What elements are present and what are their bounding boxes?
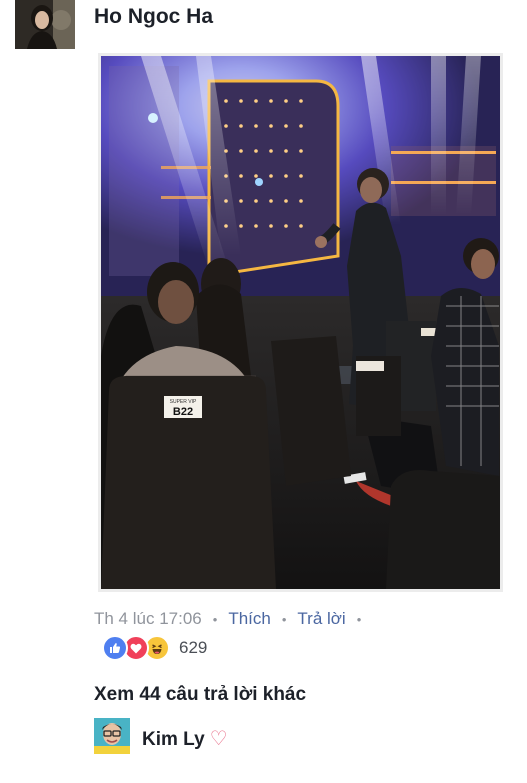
reply-author-avatar[interactable]: [94, 718, 130, 754]
seat-tag-top: SUPER VIP: [170, 399, 197, 405]
separator-dot: •: [281, 611, 287, 627]
author-name[interactable]: Ho Ngoc Ha: [94, 5, 213, 29]
seat-tag-code: B22: [173, 406, 193, 418]
like-icon: [102, 635, 128, 661]
like-link[interactable]: Thích: [228, 609, 271, 629]
view-more-replies-link[interactable]: Xem 44 câu trả lời khác: [94, 684, 306, 706]
comment-meta: Th 4 lúc 17:06 • Thích • Trả lời •: [94, 608, 372, 630]
post-photo-frame: SUPER VIP B22: [98, 53, 503, 592]
reply-link[interactable]: Trả lời: [297, 609, 345, 629]
separator-dot: •: [212, 611, 218, 627]
comment-time[interactable]: Th 4 lúc 17:06: [94, 609, 202, 629]
reactions-summary[interactable]: 629: [102, 635, 207, 661]
reply-author-name[interactable]: Kim Ly: [142, 729, 205, 750]
reply-preview[interactable]: Kim Ly ♡: [142, 726, 228, 751]
separator-dot: •: [356, 611, 362, 627]
author-avatar[interactable]: [15, 0, 75, 49]
heart-emoji: ♡: [209, 728, 228, 750]
post-photo[interactable]: SUPER VIP B22: [101, 56, 500, 589]
reaction-count: 629: [179, 638, 208, 657]
